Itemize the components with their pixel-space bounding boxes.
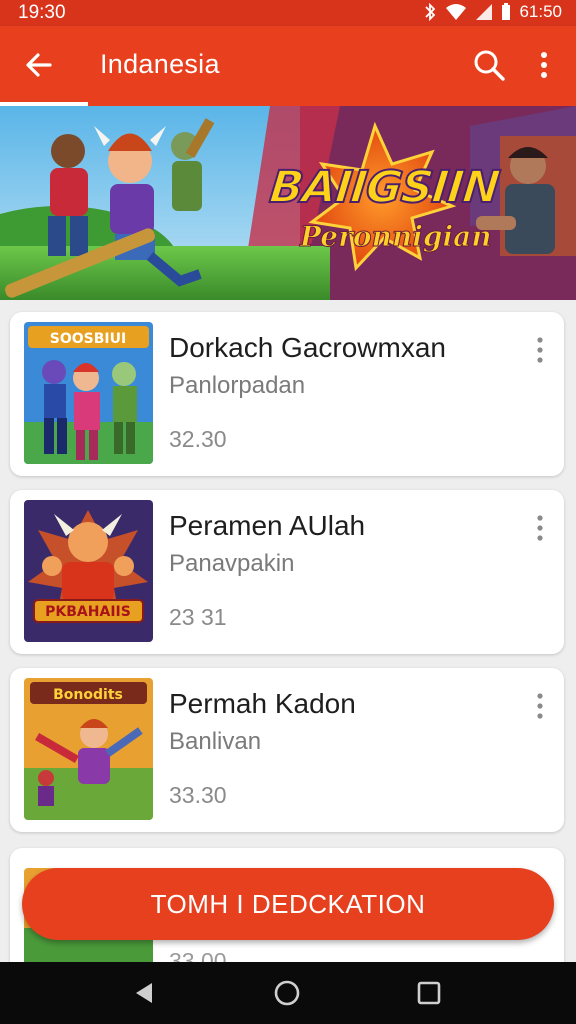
game-value: 23 31 xyxy=(169,604,227,630)
primary-action-button[interactable]: TOMH I DEDCKATION xyxy=(22,868,554,940)
game-subtitle: Panavpakin xyxy=(169,550,295,577)
more-vert-icon[interactable] xyxy=(532,48,556,82)
bluetooth-icon xyxy=(425,3,436,21)
game-thumbnail: PKBAHAIIS xyxy=(24,500,153,642)
nav-home-icon[interactable] xyxy=(272,978,302,1008)
game-name: Permah Kadon xyxy=(169,688,356,719)
banner-subtitle: Peronnigian xyxy=(300,220,493,254)
app-bar: Indanesia xyxy=(0,26,576,106)
battery-icon xyxy=(502,3,511,20)
game-subtitle: Banlivan xyxy=(169,728,262,755)
status-time: 19:30 xyxy=(18,2,66,23)
svg-text:SOOSBIUI: SOOSBIUI xyxy=(50,331,126,347)
system-nav-bar xyxy=(0,962,576,1024)
game-value: 32.30 xyxy=(169,426,227,452)
wifi-icon xyxy=(446,4,467,20)
game-thumbnail: SOOSBIUI xyxy=(24,322,153,464)
banner-title: BAIIGSIIN xyxy=(266,161,502,214)
game-thumbnail: Bonodits xyxy=(24,678,153,820)
game-card[interactable]: SOOSBIUI Dorkach Gacrowmxan Panlorpadan … xyxy=(10,312,564,476)
more-vert-icon[interactable] xyxy=(534,692,546,720)
status-icons: 61:50 xyxy=(423,2,562,22)
svg-text:PKBAHAIIS: PKBAHAIIS xyxy=(45,604,131,620)
game-subtitle: Panlorpadan xyxy=(169,372,306,399)
status-bar: 19:30 61:50 xyxy=(0,0,576,26)
svg-text:Bonodits: Bonodits xyxy=(53,687,123,703)
more-vert-icon[interactable] xyxy=(534,514,546,542)
more-vert-icon[interactable] xyxy=(534,336,546,364)
game-value: 33.30 xyxy=(169,782,227,808)
arrow-back-icon[interactable] xyxy=(22,48,56,82)
game-name: Dorkach Gacrowmxan xyxy=(169,332,446,363)
search-icon[interactable] xyxy=(472,48,506,82)
nav-back-icon[interactable] xyxy=(130,978,160,1008)
page-title: Indanesia xyxy=(100,49,220,79)
signal-icon xyxy=(476,4,493,20)
game-card[interactable]: Bonodits Permah Kadon Banlivan 33.30 xyxy=(10,668,564,832)
nav-recents-icon[interactable] xyxy=(414,978,444,1008)
game-card[interactable]: PKBAHAIIS Peramen AUlah Panavpakin 23 31 xyxy=(10,490,564,654)
status-clock-right: 61:50 xyxy=(519,2,562,21)
game-name: Peramen AUlah xyxy=(169,510,366,541)
promo-banner[interactable]: BAIIGSIIN Peronnigian xyxy=(0,106,576,300)
